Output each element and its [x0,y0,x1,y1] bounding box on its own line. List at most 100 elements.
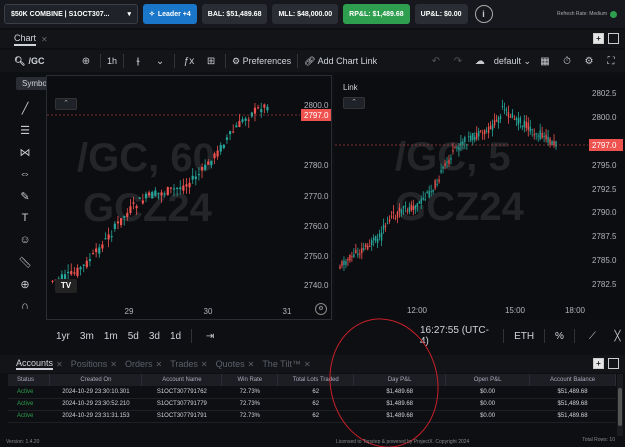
column-header[interactable]: Open P&L [445,374,531,386]
leader-button[interactable]: ✧ Leader +4 [143,4,197,24]
candle-body [82,264,85,266]
cross-tool-icon[interactable]: ╳ [610,331,625,342]
table-row[interactable]: Active 2024-10-29 23:30:52.210 S1OCT3077… [8,398,616,411]
candle-body [200,167,204,171]
range-1m[interactable]: 1m [104,331,118,342]
trend-line-icon[interactable]: ╱ [15,98,35,118]
chart-settings-icon[interactable]: ⚙ [315,303,327,315]
tab-positions[interactable]: Positions [71,359,108,369]
indicators-icon[interactable]: ƒx [181,56,197,67]
close-icon[interactable]: ✕ [110,360,117,369]
add-chart-link-button[interactable]: 🔗︎ Add Chart Link [304,56,377,67]
candle-body [527,122,529,130]
maximize-icon[interactable] [608,33,619,44]
price-axis-label: 2792.5 [592,185,617,194]
candle-body [107,234,110,240]
candle-body [225,137,229,140]
redo-icon[interactable]: ↷ [450,56,466,67]
tab-quotes[interactable]: Quotes [216,359,245,369]
ruler-icon[interactable]: 📏︎ [15,252,35,272]
candle-body [257,107,260,109]
candle-body [188,182,191,188]
templates-icon[interactable]: ⊞ [203,56,219,67]
column-header[interactable]: Win Rate [221,374,279,386]
tab-accounts[interactable]: Accounts [16,358,54,370]
candle-body [392,212,395,214]
line-tool-icon[interactable]: ⟋ [585,331,600,342]
candle-body [374,236,377,241]
candlestick-chart-5min: 2802.5 2800.0 2795.0 2792.5 2790.0 2787.5 2785… [335,89,623,315]
scrollbar-thumb[interactable] [618,388,622,426]
preferences-button[interactable]: ⚙ Preferences [232,56,291,67]
chart-panel-hourly[interactable]: /GC, 60 GCZ24 ⌃ 2800.0 2780.0 2770.0 2760.0… [46,75,332,320]
settings-icon[interactable]: ⚙ [581,56,597,67]
close-icon[interactable]: ✕ [248,360,255,369]
range-1yr[interactable]: 1yr [56,331,70,342]
candle-body [430,191,432,193]
range-3m[interactable]: 3m [80,331,94,342]
symbol-search[interactable]: 🔍︎ /GC [14,56,72,67]
candles-icon[interactable]: ⫳ [130,56,146,67]
chevron-down-icon[interactable]: ⌄ [152,56,168,67]
tab-the-tilt[interactable]: The Tilt™ [262,359,301,369]
magnet-icon[interactable]: ∩ [15,296,35,316]
clock-display[interactable]: 16:27:55 (UTC-4) [420,325,493,347]
candle-body [79,267,82,270]
add-symbol-icon[interactable]: ⊕ [78,56,94,67]
chart-panel-5min[interactable]: Link ⌃ /GC, 5 GCZ24 2802.5 2800.0 2795.0 27… [335,75,625,320]
account-name-cell: S1OCT307791791 [141,410,222,423]
close-icon[interactable]: ✕ [304,360,311,369]
candle-body [406,210,409,212]
range-1d[interactable]: 1d [170,331,181,342]
candle-body [470,135,472,141]
layout-label: default [493,55,521,66]
fullscreen-icon[interactable]: ⛶ [603,56,619,67]
win-rate-cell: 72.73% [221,398,278,411]
column-header[interactable]: Account Name [141,374,223,386]
account-select[interactable]: $50K COMBINE | S1OCT307... ▾ [4,4,138,24]
projection-icon[interactable]: ⇔ [15,164,35,184]
date-range-icon[interactable]: ⇥ [202,331,218,342]
price-axis-label: 2760.0 [304,222,329,231]
alert-icon[interactable]: ⏱ [559,56,575,67]
column-header[interactable]: Status [8,374,51,386]
table-scrollbar[interactable] [617,374,623,436]
emoji-icon[interactable]: ☺ [15,230,35,250]
divider [100,54,101,68]
refresh-rate-indicator[interactable]: Refresh Rate: Medium [557,10,625,18]
add-panel-icon[interactable]: + [593,358,604,369]
grid-layout-icon[interactable]: ▦ [537,56,553,67]
candle-body [232,131,235,133]
column-header[interactable]: Created On [49,374,143,386]
cloud-icon[interactable]: ☁ [472,56,488,67]
tab-orders[interactable]: Orders [125,359,153,369]
fib-icon[interactable]: ☰ [15,120,35,140]
table-row[interactable]: Active 2024-10-29 23:30:10.301 S1OCT3077… [8,386,616,399]
close-icon[interactable]: ✕ [56,360,63,369]
pattern-icon[interactable]: ⋈ [15,142,35,162]
divider [174,54,176,68]
maximize-icon[interactable] [608,358,619,369]
candle-body [166,187,169,196]
tab-chart[interactable]: Chart [14,33,37,46]
add-panel-icon[interactable]: + [593,33,604,44]
column-header[interactable]: Account Balance [529,374,616,386]
percent-toggle[interactable]: % [555,331,564,342]
table-row[interactable]: Active 2024-10-29 23:31:31.153 S1OCT3077… [8,410,616,423]
info-icon[interactable]: i [474,5,493,23]
candle-body [456,147,458,149]
close-icon[interactable]: ✕ [201,360,208,369]
text-icon[interactable]: T [15,208,35,228]
range-5d[interactable]: 5d [128,331,139,342]
brush-icon[interactable]: ✎ [15,186,35,206]
close-icon[interactable]: ✕ [155,360,162,369]
close-icon[interactable]: ✕ [41,35,48,44]
zoom-in-icon[interactable]: ⊕ [15,274,35,294]
layout-select[interactable]: default ⌄ [494,56,531,67]
undo-icon[interactable]: ↶ [428,56,444,67]
range-3d[interactable]: 3d [149,331,160,342]
tab-trades[interactable]: Trades [170,359,198,369]
interval-button[interactable]: 1h [107,56,117,66]
session-toggle[interactable]: ETH [514,331,534,342]
candle-body [438,179,440,182]
